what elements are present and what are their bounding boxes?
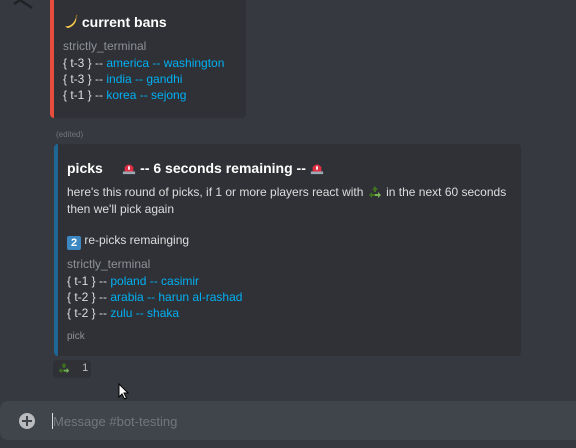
- pick-entry: { t-2 } -- arabia -- harun al-rashad: [67, 290, 242, 304]
- message-input[interactable]: [53, 409, 553, 433]
- picks-title: picks -- 6 seconds remaining --: [67, 160, 324, 176]
- ban-entry: { t-1 } -- korea -- sejong: [63, 88, 186, 102]
- picks-accent-bar: [54, 144, 58, 356]
- banana-emoji-icon: [64, 14, 78, 29]
- recycle-icon: [58, 362, 70, 374]
- picks-footer: pick: [67, 331, 85, 342]
- pick-civ-link[interactable]: poland -- casimir: [110, 274, 199, 288]
- picks-timer-text: -- 6 seconds remaining --: [140, 160, 306, 176]
- pick-civ-link[interactable]: zulu -- shaka: [110, 306, 179, 320]
- siren-icon: [123, 164, 136, 175]
- edited-label: (edited): [56, 130, 84, 139]
- add-attachment-icon[interactable]: [19, 413, 35, 429]
- picks-description-part: here's this round of picks, if 1 or more…: [67, 185, 364, 199]
- pick-tier: { t-2 } --: [67, 290, 108, 304]
- ban-tier: { t-3 } --: [63, 56, 104, 70]
- picks-description-line2: then we'll pick again: [67, 202, 175, 216]
- bans-title: current bans: [63, 14, 167, 30]
- repicks-line: 2 re-picks remainging: [67, 233, 189, 250]
- repicks-label: re-picks remainging: [84, 233, 190, 247]
- reaction-count: 1: [82, 362, 89, 374]
- ban-tier: { t-1 } --: [63, 88, 104, 102]
- bans-embed: current bans strictly_terminal { t-3 } -…: [50, 0, 246, 118]
- picks-description-part: in the next 60 seconds: [386, 185, 507, 199]
- bans-title-text: current bans: [81, 14, 167, 30]
- picks-description: here's this round of picks, if 1 or more…: [67, 184, 506, 200]
- pick-entry: { t-2 } -- zulu -- shaka: [67, 306, 179, 320]
- reaction-button[interactable]: 1: [53, 360, 91, 378]
- ban-civ-link[interactable]: india -- gandhi: [106, 72, 182, 86]
- ban-civ-link[interactable]: america -- washington: [106, 56, 224, 70]
- picks-embed: picks -- 6 seconds remaining -- here's t…: [54, 144, 521, 356]
- mouse-cursor-icon: [118, 383, 130, 400]
- pick-tier: { t-1 } --: [67, 274, 108, 288]
- pick-civ-link[interactable]: arabia -- harun al-rashad: [110, 290, 242, 304]
- bans-accent-bar: [50, 0, 54, 118]
- ban-civ-link[interactable]: korea -- sejong: [106, 88, 186, 102]
- ban-entry: { t-3 } -- america -- washington: [63, 56, 224, 70]
- ban-entry: { t-3 } -- india -- gandhi: [63, 72, 182, 86]
- message-composer: [0, 401, 576, 440]
- bans-author: strictly_terminal: [63, 39, 147, 53]
- pick-entry: { t-1 } -- poland -- casimir: [67, 274, 199, 288]
- picks-title-text: picks: [67, 160, 103, 176]
- close-icon[interactable]: [4, 0, 34, 10]
- picks-author: strictly_terminal: [67, 257, 151, 271]
- recycle-icon: [368, 186, 381, 198]
- pick-tier: { t-2 } --: [67, 306, 108, 320]
- ban-tier: { t-3 } --: [63, 72, 104, 86]
- siren-icon: [310, 164, 323, 175]
- keycap-icon: 2: [67, 236, 81, 250]
